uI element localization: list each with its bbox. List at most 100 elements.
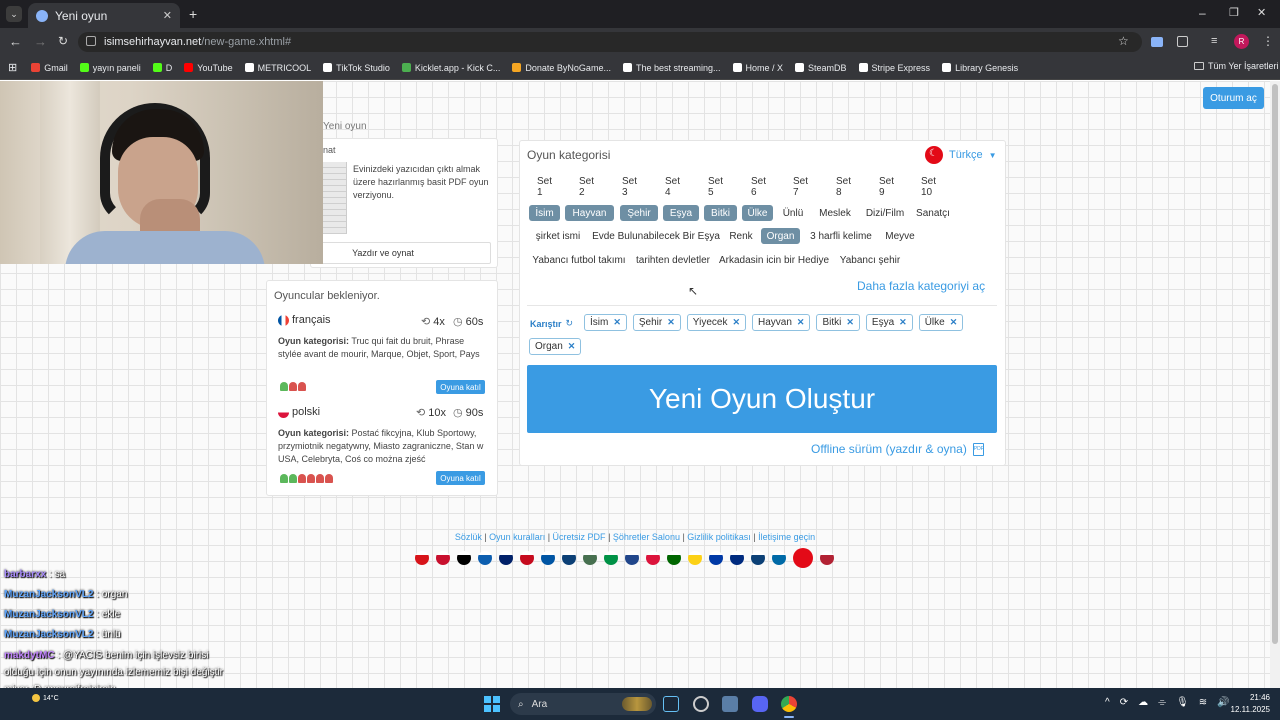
category-chip[interactable]: tarihten devletler	[634, 252, 712, 268]
category-chip[interactable]: Meslek	[813, 205, 857, 221]
wifi-icon[interactable]: ≋	[1199, 697, 1207, 708]
category-chip[interactable]: Evde Bulunabilecek Bir Eşya	[592, 228, 720, 244]
back-icon[interactable]: ←	[9, 34, 22, 49]
category-chip[interactable]: Eşya	[663, 205, 699, 221]
language-flag-icon[interactable]	[541, 551, 555, 565]
language-flag-icon[interactable]	[457, 551, 471, 565]
login-button[interactable]: Oturum aç	[1203, 87, 1264, 109]
language-flag-icon[interactable]	[415, 551, 429, 565]
language-flag-icon[interactable]	[436, 551, 450, 565]
discord-icon[interactable]	[752, 696, 768, 712]
forward-icon[interactable]: →	[34, 34, 47, 49]
language-selector[interactable]: ☾ Türkçe ▼	[925, 146, 997, 164]
offline-version-link[interactable]: Offline sürüm (yazdır & oyna) PDF	[811, 442, 984, 456]
set-tab[interactable]: Set 9	[879, 176, 894, 198]
weather-widget[interactable]: 14°C	[32, 694, 59, 702]
language-flag-icon[interactable]	[604, 551, 618, 565]
bookmark-item[interactable]: Kicklet.app - Kick C...	[401, 63, 500, 73]
site-info-icon[interactable]	[86, 36, 96, 46]
category-chip[interactable]: Organ	[761, 228, 800, 244]
create-game-button[interactable]: Yeni Oyun Oluştur	[527, 365, 997, 433]
footer-link[interactable]: İletişime geçin	[758, 532, 815, 542]
category-chip[interactable]: Meyve	[882, 228, 918, 244]
remove-tag-icon[interactable]: ✕	[797, 317, 805, 328]
remove-tag-icon[interactable]: ✕	[846, 317, 854, 328]
set-tab[interactable]: Set 4	[665, 176, 680, 198]
footer-link[interactable]: Ücretsiz PDF	[553, 532, 606, 542]
remove-tag-icon[interactable]: ✕	[899, 317, 907, 328]
remove-tag-icon[interactable]: ✕	[950, 317, 958, 328]
bookmark-item[interactable]: Stripe Express	[858, 63, 930, 73]
language-flag-icon[interactable]	[751, 551, 765, 565]
category-chip[interactable]: Arkadasin icin bir Hediye	[718, 252, 830, 268]
bookmark-item[interactable]: METRICOOL	[244, 63, 311, 73]
category-chip[interactable]: İsim	[529, 205, 560, 221]
language-flag-icon[interactable]	[820, 551, 834, 565]
category-chip[interactable]: 3 harfli kelime	[806, 228, 876, 244]
browser-tab[interactable]: Yeni oyun ✕	[28, 3, 180, 28]
address-bar[interactable]: isimsehirhayvan.net/new-game.xhtml#	[78, 32, 1142, 52]
more-categories-link[interactable]: Daha fazla kategoriyi aç	[857, 279, 985, 293]
chevron-up-icon[interactable]: ^	[1105, 697, 1110, 708]
bookmark-item[interactable]: SteamDB	[795, 63, 847, 73]
bookmark-item[interactable]: yayın paneli	[79, 63, 141, 73]
category-chip[interactable]: Dizi/Film	[863, 205, 907, 221]
media-controls-icon[interactable]: ≡	[1211, 35, 1217, 47]
language-flag-icon[interactable]	[772, 551, 786, 565]
reload-icon[interactable]: ↻	[58, 34, 68, 48]
shuffle-button[interactable]: Karıştır ↻	[530, 318, 573, 329]
new-tab-button[interactable]: +	[189, 6, 197, 22]
network-icon[interactable]: ⌯	[1158, 697, 1166, 708]
language-flag-icon[interactable]	[562, 551, 576, 565]
bookmark-item[interactable]: The best streaming...	[622, 63, 721, 73]
taskbar-search[interactable]: ⌕ Ara	[510, 693, 656, 715]
language-flag-icon[interactable]	[793, 548, 813, 568]
category-chip[interactable]: Şehir	[620, 205, 658, 221]
browser-menu-icon[interactable]: ⋮	[1262, 34, 1274, 48]
language-flag-icon[interactable]	[499, 551, 513, 565]
apps-icon[interactable]: ⊞	[8, 61, 17, 74]
category-chip[interactable]: Ünlü	[778, 205, 808, 221]
set-tab[interactable]: Set 3	[622, 176, 637, 198]
language-flag-icon[interactable]	[625, 551, 639, 565]
set-tab[interactable]: Set 5	[708, 176, 723, 198]
scrollbar-thumb[interactable]	[1272, 84, 1278, 644]
bookmark-item[interactable]: Gmail	[31, 63, 68, 73]
bookmark-item[interactable]: D	[152, 63, 172, 73]
bookmark-item[interactable]: YouTube	[184, 63, 233, 73]
minimize-icon[interactable]: –	[1199, 6, 1206, 20]
set-tab[interactable]: Set 8	[836, 176, 851, 198]
close-window-icon[interactable]: ✕	[1257, 6, 1266, 19]
language-flag-icon[interactable]	[688, 551, 702, 565]
taskbar-clock[interactable]: 21:46 12.11.2025	[1226, 692, 1270, 716]
profile-avatar[interactable]: R	[1234, 34, 1249, 49]
category-chip[interactable]: Ülke	[742, 205, 773, 221]
footer-link[interactable]: Gizlilik politikası	[687, 532, 751, 542]
chrome-icon[interactable]	[781, 696, 797, 712]
set-tab[interactable]: Set 2	[579, 176, 594, 198]
footer-link[interactable]: Oyun kuralları	[489, 532, 545, 542]
obs-icon[interactable]	[693, 696, 709, 712]
mic-icon[interactable]: 🎙	[1176, 697, 1189, 708]
remove-tag-icon[interactable]: ✕	[667, 317, 675, 328]
close-tab-icon[interactable]: ✕	[163, 9, 172, 22]
language-flag-icon[interactable]	[667, 551, 681, 565]
language-flag-icon[interactable]	[583, 551, 597, 565]
cloud-icon[interactable]: ☁	[1138, 697, 1148, 708]
remove-tag-icon[interactable]: ✕	[613, 317, 621, 328]
language-flag-icon[interactable]	[478, 551, 492, 565]
category-chip[interactable]: Hayvan	[565, 205, 614, 221]
category-chip[interactable]: Yabancı futbol takımı	[530, 252, 628, 268]
tab-search-icon[interactable]: ⌄	[6, 6, 22, 22]
maximize-icon[interactable]: ❐	[1229, 6, 1239, 19]
join-game-button[interactable]: Oyuna katıl	[436, 471, 485, 485]
set-tab[interactable]: Set 10	[921, 176, 936, 198]
bookmark-item[interactable]: Home / X	[732, 63, 783, 73]
start-button[interactable]	[484, 696, 500, 712]
language-flag-icon[interactable]	[520, 551, 534, 565]
set-tab[interactable]: Set 7	[793, 176, 808, 198]
language-flag-icon[interactable]	[709, 551, 723, 565]
category-chip[interactable]: Bitki	[704, 205, 737, 221]
tray-icons[interactable]: ^ ⟳ ☁ ⌯ 🎙 ≋ 🔊	[1105, 697, 1230, 708]
set-tab[interactable]: Set 6	[751, 176, 766, 198]
